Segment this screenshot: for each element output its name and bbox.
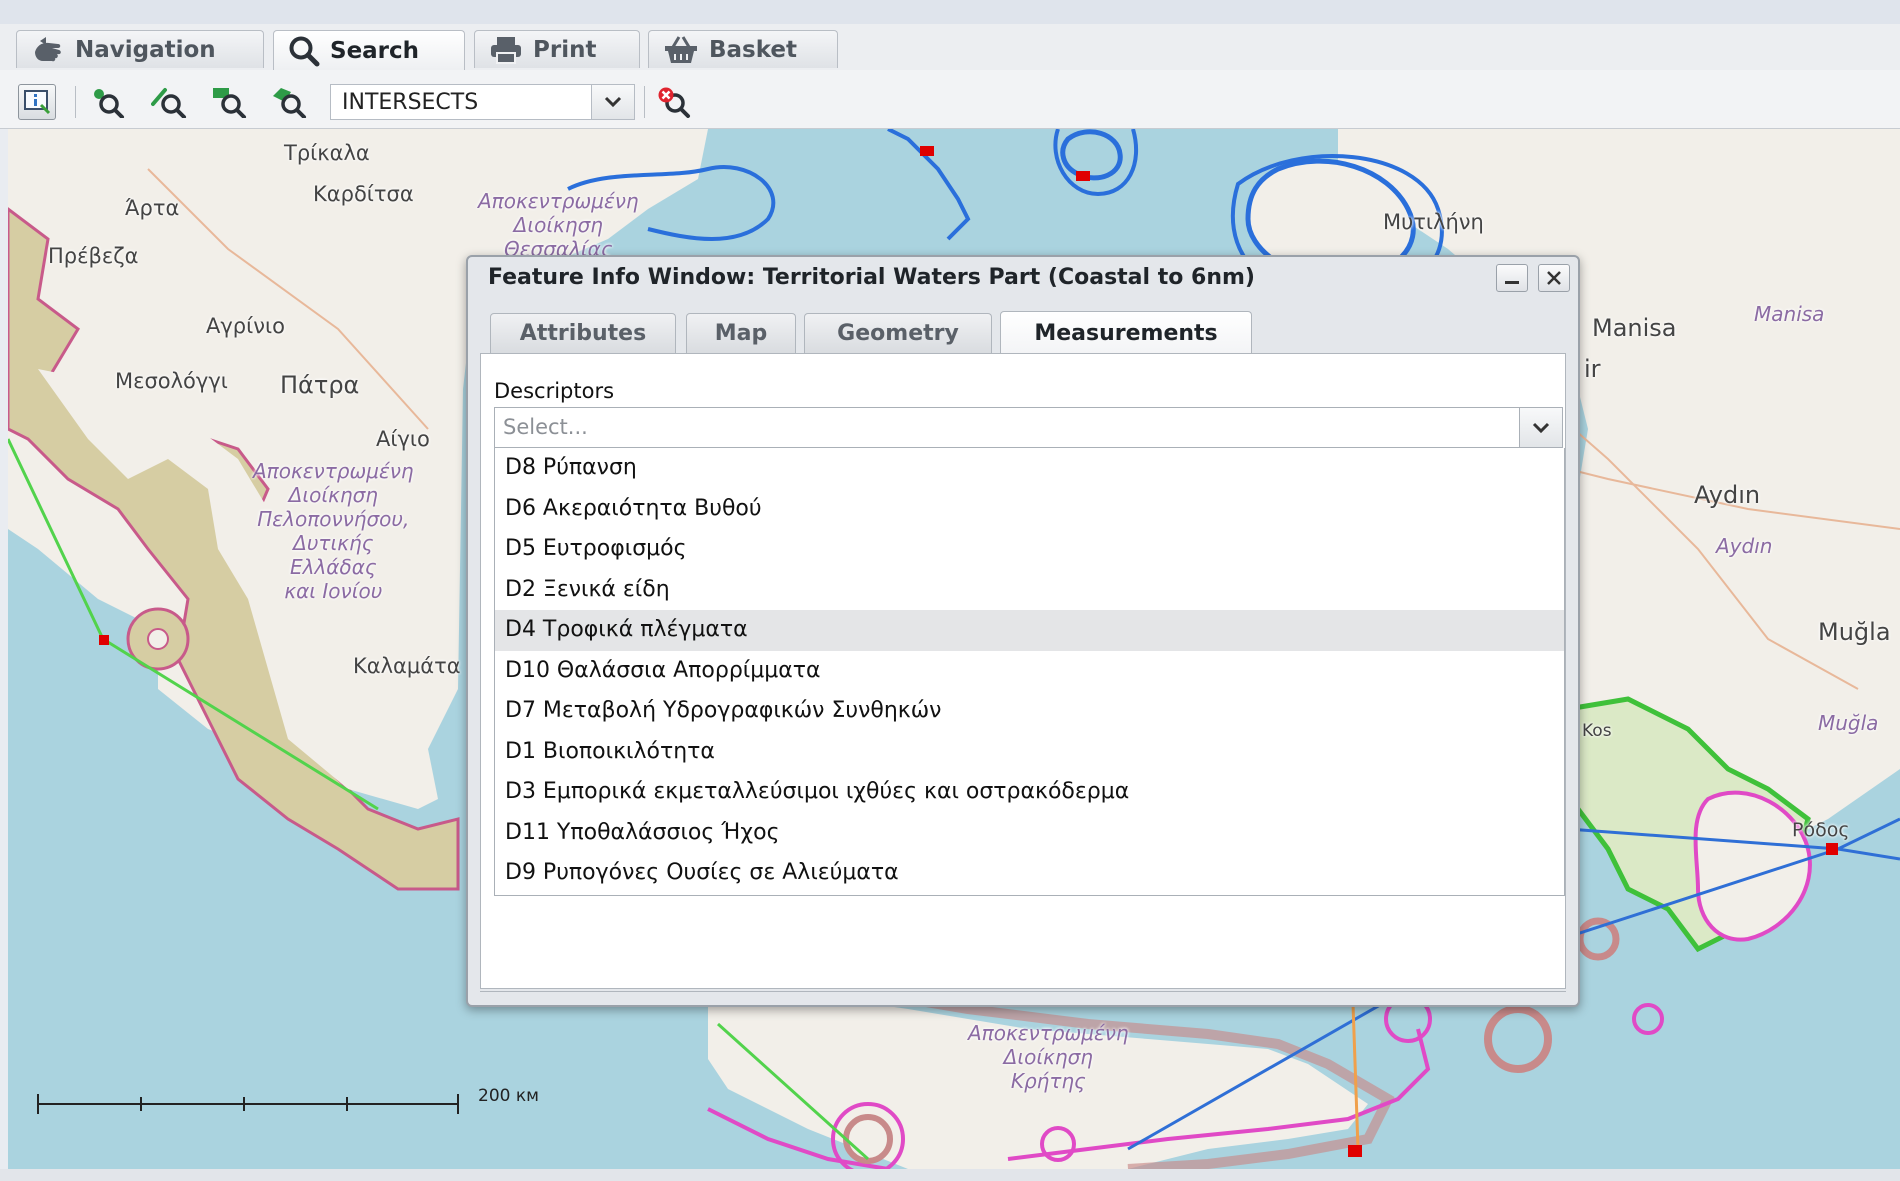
descriptors-select[interactable]: Select... [494,407,1563,448]
descriptor-option[interactable]: D3 Εμπορικά εκμεταλλεύσιμοι ιχθύες και ο… [495,772,1564,813]
map-label-aigio: Αίγιο [376,427,430,451]
select-polygon-icon [273,88,306,118]
close-button[interactable] [1538,264,1570,292]
map-label-peloponnese-region: Αποκεντρωμένη Διοίκηση Πελοποννήσου, Δυτ… [253,459,414,603]
descriptor-option[interactable]: D11 Υποθαλάσσιος Ήχος [495,813,1564,854]
descriptor-option-highlighted[interactable]: D4 Τροφικά πλέγματα [495,610,1564,651]
select-box-button[interactable] [210,84,248,120]
map-label-aydin-region: Aydın [1716,534,1773,558]
descriptor-option[interactable]: D6 Ακεραιότητα Βυθού [495,489,1564,530]
clear-selection-icon [658,87,690,118]
tab-navigation-label: Navigation [75,36,216,63]
descriptor-option[interactable]: D5 Ευτροφισμός [495,529,1564,570]
tab-navigation[interactable]: Navigation [16,30,264,68]
map-label-arta: Άρτα [125,196,180,220]
map-label-mugla: Muğla [1818,618,1891,646]
map-label-mugla-region: Muğla [1818,711,1879,735]
map-label-manisa: Manisa [1592,314,1677,342]
minimize-icon [1505,281,1519,284]
descriptors-label: Descriptors [494,379,615,403]
tab-print[interactable]: Print [474,30,640,68]
map-label-patra: Πάτρα [280,371,360,399]
select-point-icon [94,89,124,118]
descriptor-option[interactable]: D9 Ρυπογόνες Ουσίες σε Αλιεύματα [495,853,1564,894]
tab-basket-label: Basket [709,36,798,63]
map-label-mytilini: Μυτιλήνη [1383,210,1484,234]
tab-measurements[interactable]: Measurements [1000,311,1252,354]
tab-search[interactable]: Search [273,30,465,70]
map-label-agrinio: Αγρίνιο [206,314,285,338]
map-label-mesolongi: Μεσολόγγι [115,369,228,393]
map-label-crete-region: Αποκεντρωμένη Διοίκηση Κρήτης [968,1021,1129,1093]
clear-selection-button[interactable] [656,84,694,120]
tab-search-label: Search [330,37,420,64]
descriptor-option[interactable]: D2 Ξενικά είδη [495,570,1564,611]
map-label-manisa-region: Manisa [1754,302,1825,326]
map-label-kos: Kos [1582,721,1612,741]
dialog-footer [480,991,1566,998]
toolbar-separator [75,86,76,118]
map-scale-label: 200 км [478,1086,539,1106]
feature-info-window-title: Feature Info Window: Territorial Waters … [488,265,1255,290]
spatial-operator-value: INTERSECTS [342,90,479,115]
descriptor-option[interactable]: D8 Ρύπανση [495,448,1564,489]
chevron-down-icon [1532,422,1550,433]
map-label-rodos: Ρόδος [1792,819,1850,841]
tab-print-label: Print [533,36,597,63]
close-icon [1547,271,1561,285]
map-label-karditsa: Καρδίτσα [313,182,414,206]
select-line-icon [151,88,186,118]
descriptor-option[interactable]: D10 Θαλάσσια Απορρίμματα [495,651,1564,692]
browser-top-band [0,0,1900,24]
tab-attributes[interactable]: Attributes [490,313,676,353]
feature-info-icon [24,90,51,115]
select-polygon-button[interactable] [270,84,308,120]
spatial-operator-dropdown-button[interactable] [591,85,634,119]
descriptors-dropdown-button[interactable] [1519,408,1562,447]
descriptor-option[interactable]: D1 Βιοποικιλότητα [495,732,1564,773]
map-label-trikala: Τρίκαλα [284,141,370,165]
select-box-icon [213,88,246,118]
select-point-button[interactable] [90,84,128,120]
status-band [0,1169,1900,1181]
tab-geometry[interactable]: Geometry [804,313,992,353]
printer-icon [491,36,521,64]
hand-icon [35,36,61,61]
minimize-button[interactable] [1496,264,1528,292]
map-label-izmir-partial: ir [1584,355,1601,383]
map-label-thessaly-region: Αποκεντρωμένη Διοίκηση Θεσσαλίας [478,189,639,261]
map-label-aydin: Aydın [1694,481,1761,509]
toolbar-separator [644,86,645,118]
descriptors-options-list: D8 Ρύπανση D6 Ακεραιότητα Βυθού D5 Ευτρο… [494,448,1565,896]
basket-icon [665,35,697,63]
select-line-button[interactable] [150,84,188,120]
descriptor-option[interactable]: D7 Μεταβολή Υδρογραφικών Συνθηκών [495,691,1564,732]
chevron-down-icon [604,96,622,108]
tab-map[interactable]: Map [686,313,796,353]
spatial-operator-combo[interactable]: INTERSECTS [330,84,635,120]
descriptors-select-placeholder: Select... [503,415,588,439]
search-icon [289,36,320,66]
map-label-preveza: Πρέβεζα [48,244,139,268]
tab-basket[interactable]: Basket [648,30,838,68]
map-label-kalamata: Καλαμάτα [353,654,461,678]
feature-info-button[interactable] [18,84,56,120]
